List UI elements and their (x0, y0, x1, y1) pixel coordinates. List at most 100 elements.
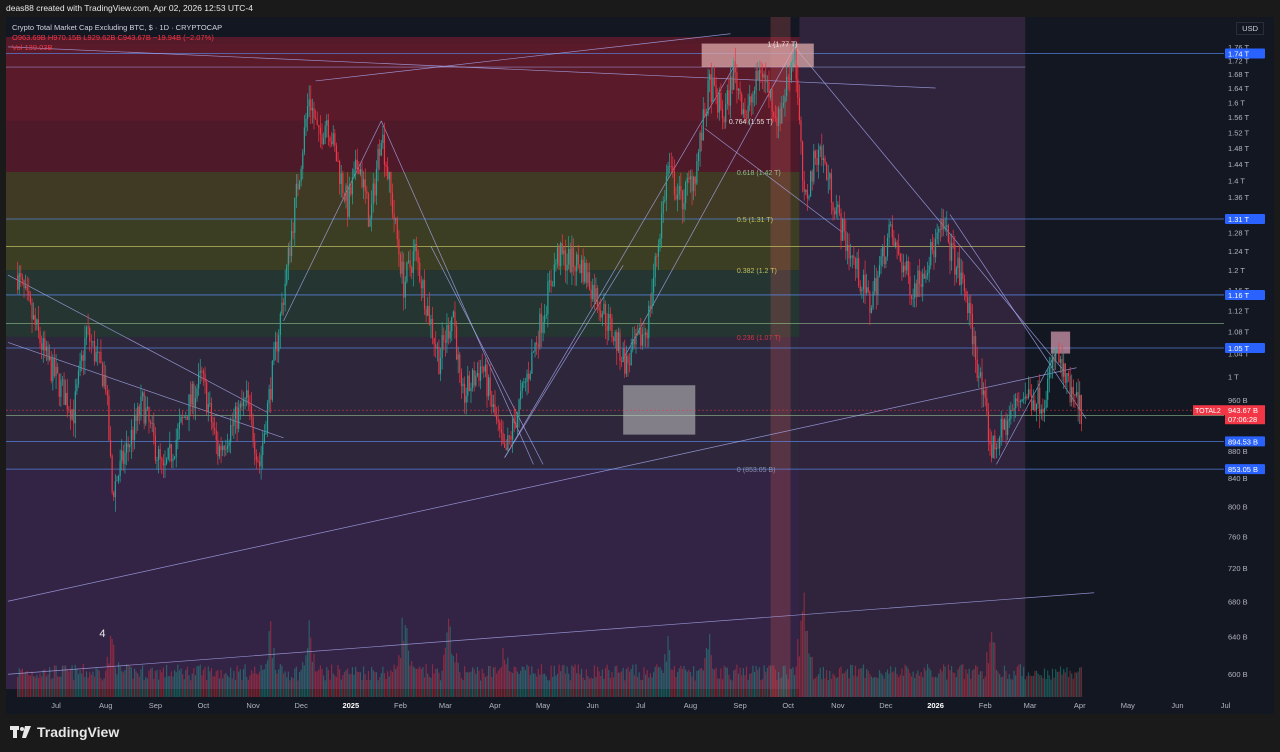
candle (540, 313, 543, 333)
volume-bar (861, 668, 863, 697)
volume-bar (1069, 670, 1071, 697)
candle (1029, 389, 1031, 395)
volume-bar (52, 678, 54, 697)
volume-bar (771, 665, 773, 697)
candle (1061, 359, 1063, 377)
candle (318, 125, 320, 128)
candle (922, 273, 924, 287)
volume-bar (888, 673, 890, 697)
volume-bar (241, 680, 243, 697)
candle (566, 264, 568, 271)
candle (994, 435, 996, 450)
volume-bar (311, 661, 313, 697)
volume-bar (204, 666, 206, 697)
candle (962, 272, 964, 280)
candle (1016, 398, 1018, 402)
volume-bar (752, 665, 754, 697)
candle (157, 449, 160, 460)
volume-bar (42, 670, 44, 697)
candle (760, 70, 762, 74)
candle (600, 310, 602, 318)
volume-bar (656, 664, 658, 697)
candle (608, 313, 610, 331)
candle (1063, 363, 1065, 377)
candle (999, 437, 1001, 449)
volume-bar (521, 666, 523, 697)
volume-bar (801, 611, 804, 697)
candle (351, 177, 354, 195)
candle (1067, 373, 1070, 376)
candle (172, 458, 174, 462)
candle (664, 199, 666, 202)
volume-bar (657, 667, 660, 697)
candle (545, 314, 547, 316)
volume-bar (446, 632, 448, 697)
candle (337, 161, 339, 163)
volume-bar (217, 670, 219, 697)
candle (222, 445, 224, 451)
tradingview-logo[interactable]: TradingView (10, 724, 119, 740)
volume-bar (124, 670, 126, 697)
volume-bar (326, 666, 328, 697)
volume-bar (407, 650, 410, 697)
volume-bar (832, 673, 834, 697)
volume-bar (545, 676, 547, 697)
chart-svg[interactable]: 1 (1.77 T) 0.764 (1.55 T) 0.618 (1.42 T) 0.… (6, 17, 1274, 714)
x-tick-label: Mar (1024, 701, 1037, 710)
candle (138, 406, 140, 416)
volume-bar (962, 664, 964, 697)
fib-zone (6, 120, 800, 172)
volume-bar (798, 656, 800, 697)
volume-bar (414, 668, 416, 697)
candle (649, 305, 652, 309)
volume-bar (60, 676, 62, 697)
volume-bar (502, 647, 504, 697)
candle (787, 76, 789, 79)
volume-bar (1042, 678, 1044, 697)
volume-bar (93, 676, 96, 697)
candle (899, 254, 901, 262)
volume-bar (265, 663, 267, 697)
volume-bar (425, 664, 427, 697)
candle (508, 435, 511, 437)
volume-bar (377, 680, 379, 697)
volume-bar (488, 665, 490, 697)
candle (810, 171, 812, 197)
candle (322, 138, 325, 145)
volume-bar (57, 676, 59, 697)
candle (606, 325, 608, 331)
candle (310, 99, 312, 111)
volume-bar (114, 667, 116, 697)
volume-bar (314, 671, 317, 697)
volume-bar (39, 673, 41, 697)
candle (656, 256, 658, 258)
volume-bar (960, 664, 962, 697)
candle (61, 379, 64, 381)
volume-bar (878, 670, 881, 697)
volume-bar (230, 667, 232, 697)
volume-bar (478, 670, 480, 697)
volume-bar (528, 666, 530, 697)
candle (226, 445, 229, 449)
volume-bar (779, 678, 781, 697)
currency-button[interactable]: USD (1236, 22, 1264, 35)
candle (124, 452, 126, 464)
volume-bar (403, 640, 405, 697)
candle (741, 94, 743, 115)
candle (795, 50, 797, 80)
candle (677, 194, 679, 200)
candle (500, 429, 503, 433)
candle (678, 185, 680, 195)
volume-bar (1072, 678, 1074, 697)
price-badge-label: 1.31 T (1228, 215, 1250, 224)
candle (391, 192, 394, 214)
chart-area[interactable]: 1 (1.77 T) 0.764 (1.55 T) 0.618 (1.42 T) 0.… (6, 17, 1274, 714)
candle (542, 322, 544, 333)
candle (1045, 399, 1047, 408)
candle (82, 355, 84, 361)
candle (223, 445, 225, 450)
candle (140, 396, 142, 416)
volume-bar (553, 665, 555, 697)
volume-bar (625, 669, 627, 697)
volume-bar (733, 670, 735, 697)
